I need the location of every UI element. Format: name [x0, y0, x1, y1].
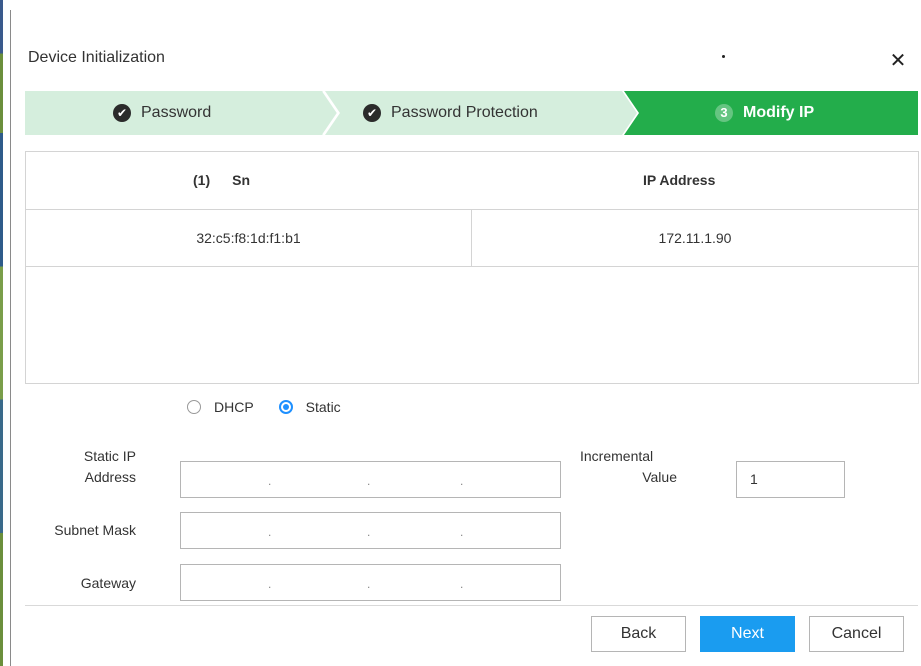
- incremental-label-line2: Value: [642, 469, 677, 485]
- incremental-value-label: Incremental Value: [580, 446, 677, 488]
- close-icon: ✕: [889, 50, 907, 72]
- check-icon: ✔: [113, 104, 131, 122]
- ip-separator: .: [268, 525, 272, 539]
- step-password-label: Password: [141, 104, 212, 121]
- check-icon: ✔: [363, 104, 381, 122]
- step-password: ✔ Password: [113, 91, 211, 135]
- cancel-button[interactable]: Cancel: [809, 616, 904, 652]
- dot-mark: [722, 55, 725, 58]
- column-header-ip-address[interactable]: IP Address: [643, 152, 715, 209]
- static-ip-label-line1: Static IP: [83, 448, 136, 464]
- gateway-input[interactable]: . . .: [180, 564, 561, 601]
- step-password-protection: ✔ Password Protection: [363, 91, 538, 135]
- dhcp-label[interactable]: DHCP: [214, 399, 254, 415]
- dialog-title: Device Initialization: [28, 49, 165, 66]
- cell-sn: 32:c5:f8:1d:f1:b1: [26, 210, 472, 266]
- static-ip-address-input[interactable]: . . .: [180, 461, 561, 498]
- close-button[interactable]: ✕: [887, 50, 909, 72]
- ip-separator: .: [268, 577, 272, 591]
- static-ip-address-label: Static IP Address: [40, 446, 136, 488]
- device-table: (1) Sn IP Address 32:c5:f8:1d:f1:b1 172.1…: [25, 151, 919, 384]
- ip-separator: .: [268, 474, 272, 488]
- ip-mode-group: DHCP Static: [187, 399, 366, 415]
- cell-ip-address: 172.11.1.90: [658, 230, 732, 246]
- footer-divider: [25, 605, 918, 606]
- incremental-label-line1: Incremental: [580, 448, 654, 464]
- subnet-mask-input[interactable]: . . .: [180, 512, 561, 549]
- step-progress-bar: ✔ Password ✔ Password Protection 3 Modif…: [25, 91, 918, 135]
- device-count: (1): [193, 172, 211, 188]
- background-window-edge: [0, 0, 3, 666]
- ip-separator: .: [367, 577, 371, 591]
- static-ip-label-line2: Address: [84, 469, 136, 485]
- next-button[interactable]: Next: [700, 616, 795, 652]
- static-radio[interactable]: [278, 400, 293, 414]
- ip-separator: .: [367, 474, 371, 488]
- column-header-sn-label: Sn: [232, 172, 251, 188]
- dhcp-radio[interactable]: [187, 400, 201, 414]
- back-button[interactable]: Back: [591, 616, 686, 652]
- step-modify-ip: 3 Modify IP: [715, 91, 814, 135]
- table-row[interactable]: 32:c5:f8:1d:f1:b1 172.11.1.90: [26, 209, 918, 267]
- step-number-badge: 3: [715, 104, 733, 122]
- incremental-value-input[interactable]: 1: [736, 461, 845, 498]
- column-header-sn[interactable]: (1) Sn: [193, 152, 250, 209]
- gateway-label: Gateway: [80, 575, 136, 591]
- ip-separator: .: [460, 474, 464, 488]
- ip-separator: .: [367, 525, 371, 539]
- step-password-protection-label: Password Protection: [391, 104, 538, 121]
- step-modify-ip-label: Modify IP: [743, 104, 815, 121]
- subnet-mask-label: Subnet Mask: [54, 522, 136, 538]
- ip-separator: .: [460, 525, 464, 539]
- ip-separator: .: [460, 577, 464, 591]
- static-label[interactable]: Static: [306, 399, 341, 415]
